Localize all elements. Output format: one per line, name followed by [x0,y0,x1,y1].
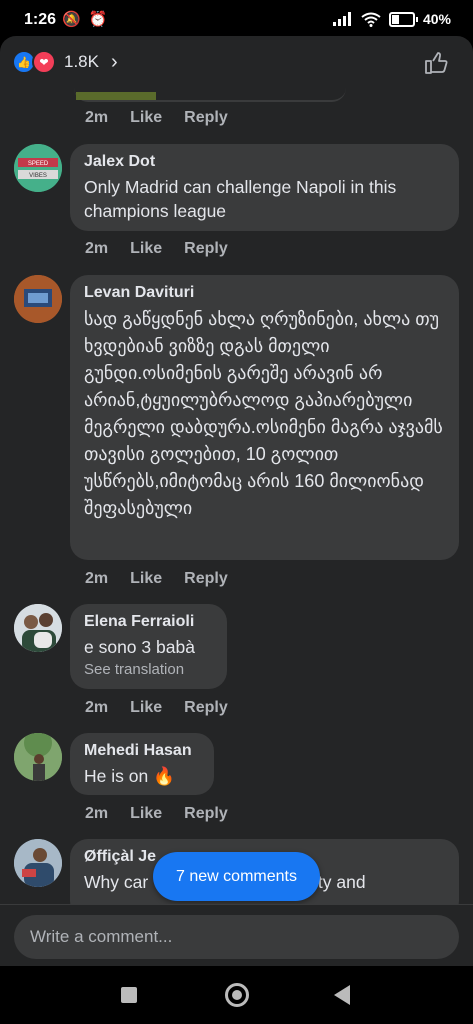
comment-text: lty and [314,872,366,892]
reply-button[interactable]: Reply [184,109,228,127]
comment-bubble: Elena Ferraioli e sono 3 babà See transl… [70,604,227,689]
comment-text: Only Madrid can challenge Napoli in this… [84,177,397,221]
back-icon[interactable] [334,985,350,1005]
comment-bubble: Mehedi Hasan He is on 🔥 [70,733,214,795]
reply-button[interactable]: Reply [184,570,228,588]
previous-comment-image [76,92,156,100]
avatar[interactable] [14,275,62,323]
avatar[interactable]: SPEED VIBES [14,144,62,192]
battery-percent: 40% [422,11,451,27]
signal-icon [332,12,351,26]
comment-text: Why car [84,872,149,892]
comment-actions: 2m Like Reply [85,805,228,823]
comment-author[interactable]: Levan Davituri [84,284,445,302]
comment-bubble: Levan Davituri სად გაწყდნენ ახლა ღრუზინე… [70,275,459,560]
comment-time: 2m [85,699,109,716]
comment-author[interactable]: Mehedi Hasan [84,742,200,760]
comment-bubble: Jalex Dot Only Madrid can challenge Napo… [70,144,459,231]
svg-text:SPEED: SPEED [28,161,49,167]
love-reaction-icon: ❤ [32,50,56,74]
comment-actions: 2m Like Reply [85,699,228,717]
comment-actions: 2m Like Reply [85,109,228,127]
like-button[interactable]: Like [130,240,162,258]
system-nav-bar [0,966,473,1024]
battery-icon [388,11,418,27]
reaction-count: 1.8K [64,52,99,71]
comments-sheet: 👍 ❤ 1.8K › 2m Like Reply SPEED VIBES Jal… [0,36,473,966]
comment-text: He is on 🔥 [84,766,175,786]
comment-time: 2m [85,109,109,126]
home-icon[interactable] [225,983,249,1007]
like-button[interactable]: Like [130,109,162,127]
comment-actions: 2m Like Reply [85,240,228,258]
comment-time: 2m [85,805,109,822]
alarm-icon: ⏰ [88,11,108,28]
comment-time: 2m [85,240,109,257]
see-translation-link[interactable]: See translation [84,661,213,678]
status-bar: 1:26 🔕 ⏰ 40% [0,0,473,40]
chevron-right-icon: › [110,50,118,73]
avatar[interactable] [14,839,62,887]
comment-time: 2m [85,570,109,587]
reply-button[interactable]: Reply [184,240,228,258]
like-button[interactable]: Like [130,699,162,717]
comment-input[interactable]: Write a comment... [14,915,459,959]
comment-text: e sono 3 babà [84,637,195,657]
mute-icon: 🔕 [62,11,81,28]
like-post-icon[interactable] [423,50,449,76]
recent-apps-icon[interactable] [121,987,137,1003]
comment-author[interactable]: Elena Ferraioli [84,613,213,631]
comment-actions: 2m Like Reply [85,570,228,588]
wifi-icon [361,12,381,27]
comment-text: სად გაწყდნენ ახლა ღრუზინები, ახლა თუ ხვდ… [84,309,443,518]
comment-author[interactable]: Jalex Dot [84,153,445,171]
like-button[interactable]: Like [130,805,162,823]
avatar[interactable] [14,604,62,652]
composer-bar: Write a comment... [0,904,473,966]
reactions-summary[interactable]: 👍 ❤ 1.8K › [12,50,118,74]
avatar[interactable] [14,733,62,781]
like-button[interactable]: Like [130,570,162,588]
reply-button[interactable]: Reply [184,805,228,823]
svg-text:VIBES: VIBES [29,173,47,179]
status-time: 1:26 [24,11,57,28]
reply-button[interactable]: Reply [184,699,228,717]
new-comments-button[interactable]: 7 new comments [153,852,320,901]
